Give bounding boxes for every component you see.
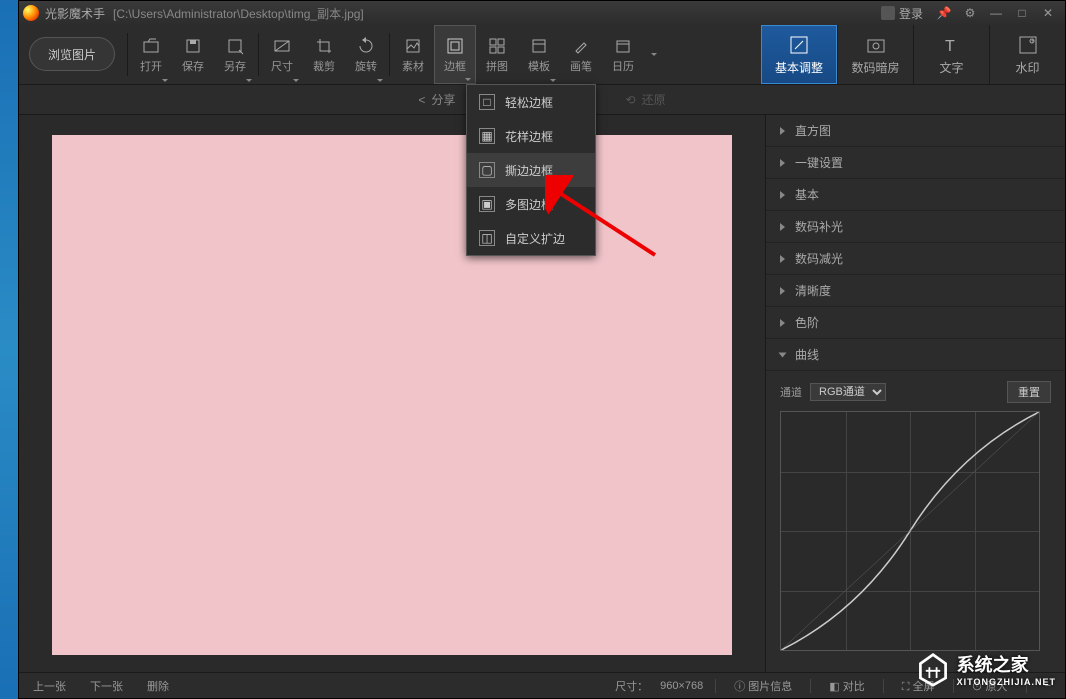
next-image-button[interactable]: 下一张	[84, 678, 129, 694]
close-button[interactable]: ✕	[1035, 3, 1061, 23]
page-watermark: 系统之家 XITONGZHIJIA.NET	[915, 651, 1056, 687]
dd-torn-frame[interactable]: ▢撕边边框	[467, 153, 595, 187]
multi-frame-icon: ▣	[479, 196, 495, 212]
titlebar: 光影魔术手 [C:\Users\Administrator\Desktop\ti…	[19, 1, 1065, 25]
puzzle-button[interactable]: 拼图	[476, 25, 518, 84]
curve-editor[interactable]	[780, 411, 1040, 651]
compare-button[interactable]: ◧ 对比	[823, 678, 870, 694]
save-button[interactable]: 保存	[172, 25, 214, 84]
torn-frame-icon: ▢	[479, 162, 495, 178]
dd-custom-frame[interactable]: ◫自定义扩边	[467, 221, 595, 255]
right-panel: 直方图 一键设置 基本 数码补光 数码减光 清晰度 色阶 曲线 通道 RGB通道…	[765, 115, 1065, 672]
brush-icon	[571, 36, 591, 56]
calendar-button[interactable]: 日历	[602, 25, 644, 84]
acc-oneclick[interactable]: 一键设置	[766, 147, 1065, 179]
frame-dropdown: □轻松边框 ▦花样边框 ▢撕边边框 ▣多图边框 ◫自定义扩边	[466, 84, 596, 256]
dd-multi-frame[interactable]: ▣多图边框	[467, 187, 595, 221]
pin-button[interactable]: 📌	[931, 3, 957, 23]
size-button[interactable]: 尺寸	[261, 25, 303, 84]
curves-panel: 通道 RGB通道 重置	[766, 371, 1065, 661]
dd-easy-frame[interactable]: □轻松边框	[467, 85, 595, 119]
reset-curves-button[interactable]: 重置	[1007, 381, 1051, 403]
text-icon: T	[940, 33, 964, 57]
watermark-text: 系统之家	[957, 651, 1056, 677]
brush-button[interactable]: 画笔	[560, 25, 602, 84]
statusbar: 上一张 下一张 删除 尺寸： 960×768 ⓘ 图片信息 ◧ 对比 ⛶ 全屏 …	[19, 672, 1065, 698]
face-icon	[881, 6, 895, 20]
watermark-icon: +	[1016, 33, 1040, 57]
watermark-url: XITONGZHIJIA.NET	[957, 677, 1056, 687]
material-icon	[403, 36, 423, 56]
login-button[interactable]: 登录	[881, 5, 923, 22]
template-icon	[529, 36, 549, 56]
tab-watermark[interactable]: +水印	[989, 25, 1065, 84]
crop-button[interactable]: 裁剪	[303, 25, 345, 84]
file-path: [C:\Users\Administrator\Desktop\timg_副本.…	[113, 5, 364, 22]
acc-sharpness[interactable]: 清晰度	[766, 275, 1065, 307]
rotate-button[interactable]: 旋转	[345, 25, 387, 84]
calendar-icon	[613, 36, 633, 56]
material-button[interactable]: 素材	[392, 25, 434, 84]
pattern-frame-icon: ▦	[479, 128, 495, 144]
channel-label: 通道	[780, 384, 802, 400]
browse-images-button[interactable]: 浏览图片	[29, 37, 115, 71]
camera-icon	[864, 33, 888, 57]
restore-button[interactable]: ⟲还原	[626, 91, 666, 108]
tab-basic-adjust[interactable]: 基本调整	[761, 25, 837, 84]
channel-select[interactable]: RGB通道	[810, 383, 886, 401]
maximize-button[interactable]: □	[1009, 3, 1035, 23]
size-label: 尺寸：	[615, 678, 648, 694]
app-logo-icon	[23, 5, 39, 21]
tab-text[interactable]: T文字	[913, 25, 989, 84]
share-icon: <	[418, 93, 425, 107]
size-value: 960×768	[660, 680, 703, 692]
frame-button[interactable]: 边框	[434, 25, 476, 84]
acc-fill-light[interactable]: 数码补光	[766, 211, 1065, 243]
frame-icon	[445, 36, 465, 56]
puzzle-icon	[487, 36, 507, 56]
save-icon	[183, 36, 203, 56]
tab-darkroom[interactable]: 数码暗房	[837, 25, 913, 84]
crop-icon	[314, 36, 334, 56]
canvas-area	[19, 115, 765, 672]
image-info-button[interactable]: ⓘ 图片信息	[728, 678, 798, 694]
size-icon	[272, 36, 292, 56]
dd-pattern-frame[interactable]: ▦花样边框	[467, 119, 595, 153]
acc-histogram[interactable]: 直方图	[766, 115, 1065, 147]
app-title: 光影魔术手	[45, 5, 105, 22]
toolbar-more[interactable]	[644, 25, 664, 84]
open-button[interactable]: 打开	[130, 25, 172, 84]
acc-curves[interactable]: 曲线	[766, 339, 1065, 371]
template-button[interactable]: 模板	[518, 25, 560, 84]
adjust-icon	[787, 33, 811, 57]
settings-button[interactable]: ⚙	[957, 3, 983, 23]
svg-text:+: +	[1031, 39, 1035, 45]
prev-image-button[interactable]: 上一张	[27, 678, 72, 694]
saveas-icon	[225, 36, 245, 56]
main-toolbar: 浏览图片 打开 保存 另存 尺寸 裁剪 旋转 素材 边框 拼图 模板 画笔 日历…	[19, 25, 1065, 85]
restore-icon: ⟲	[626, 93, 636, 107]
saveas-button[interactable]: 另存	[214, 25, 256, 84]
share-button[interactable]: <分享	[418, 91, 455, 108]
minimize-button[interactable]: —	[983, 3, 1009, 23]
image-canvas[interactable]	[52, 135, 732, 655]
delete-button[interactable]: 删除	[141, 678, 175, 694]
acc-basic[interactable]: 基本	[766, 179, 1065, 211]
acc-levels[interactable]: 色阶	[766, 307, 1065, 339]
open-icon	[141, 36, 161, 56]
custom-frame-icon: ◫	[479, 230, 495, 246]
right-tabs: 基本调整 数码暗房 T文字 +水印	[761, 25, 1065, 84]
acc-reduce-light[interactable]: 数码减光	[766, 243, 1065, 275]
watermark-logo-icon	[915, 651, 951, 687]
svg-text:T: T	[945, 38, 955, 55]
rotate-icon	[356, 36, 376, 56]
login-label: 登录	[899, 5, 923, 22]
easy-frame-icon: □	[479, 94, 495, 110]
